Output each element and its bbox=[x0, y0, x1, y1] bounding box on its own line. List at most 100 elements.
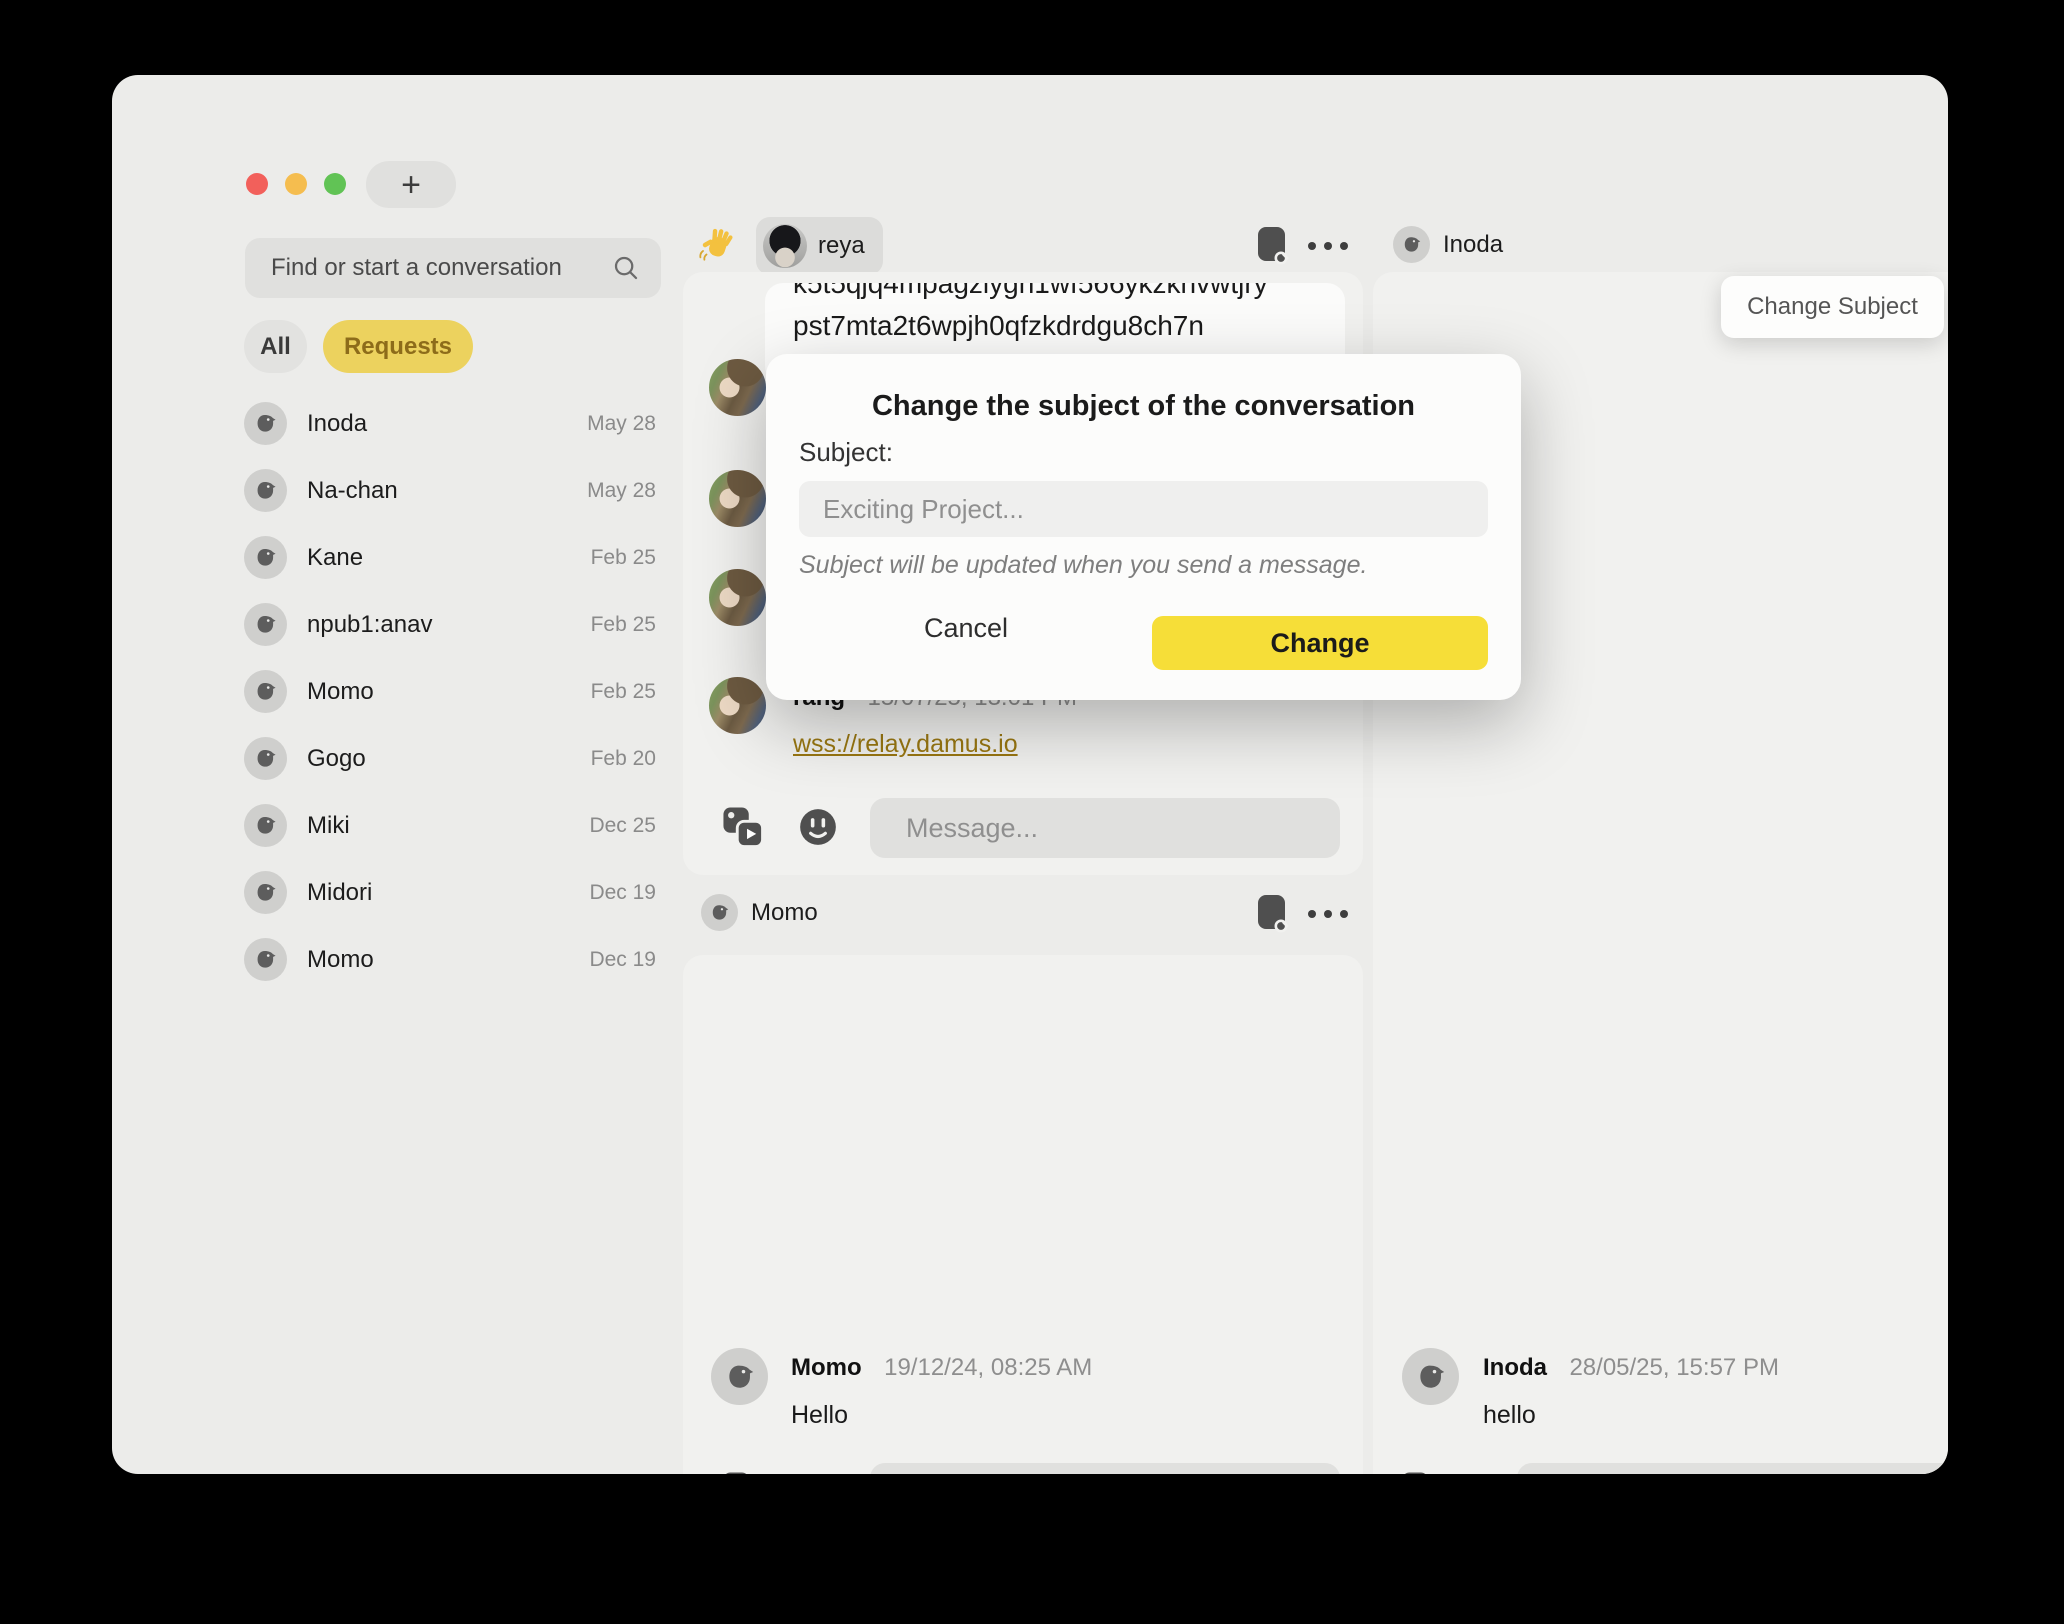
screenshot-canvas: + All Requests Inoda May 28 Na-chan May … bbox=[0, 0, 2064, 1624]
chat-title: Inoda bbox=[1443, 231, 1503, 259]
new-tab-button[interactable]: + bbox=[366, 161, 456, 208]
message-avatar bbox=[709, 677, 766, 734]
conversation-date: Feb 25 bbox=[591, 613, 656, 637]
emoji-icon[interactable] bbox=[1476, 1471, 1518, 1474]
bird-avatar-icon bbox=[244, 670, 287, 713]
chat-title: reya bbox=[818, 232, 865, 260]
message-timestamp: 19/12/24, 08:25 AM bbox=[884, 1354, 1092, 1381]
filter-requests-button[interactable]: Requests bbox=[323, 320, 473, 373]
chat-title: Momo bbox=[751, 899, 818, 927]
conversation-date: Feb 25 bbox=[591, 546, 656, 570]
change-subject-tooltip: Change Subject bbox=[1721, 276, 1944, 338]
subject-input[interactable] bbox=[821, 493, 1466, 526]
subject-field bbox=[799, 481, 1488, 537]
subject-label: Subject: bbox=[799, 437, 893, 468]
message-header: Momo 19/12/24, 08:25 AM bbox=[791, 1354, 1092, 1382]
conversation-list: Inoda May 28 Na-chan May 28 Kane Feb 25 … bbox=[244, 390, 656, 993]
conversation-name: Miki bbox=[307, 812, 350, 840]
conversation-row[interactable]: Inoda May 28 bbox=[244, 390, 656, 457]
message-field bbox=[1517, 1463, 1948, 1474]
message-field bbox=[870, 798, 1340, 858]
conversation-date: Feb 25 bbox=[591, 680, 656, 704]
search-input[interactable] bbox=[269, 253, 611, 283]
modal-helper-text: Subject will be updated when you send a … bbox=[799, 551, 1367, 580]
change-subject-icon[interactable] bbox=[1254, 224, 1290, 266]
emoji-icon[interactable] bbox=[797, 1471, 839, 1474]
sender-name: Momo bbox=[791, 1354, 862, 1381]
emoji-icon[interactable] bbox=[797, 806, 839, 848]
conversation-date: Dec 19 bbox=[589, 881, 656, 905]
chat-panel-momo: Momo 19/12/24, 08:25 AM Hello bbox=[683, 955, 1363, 1474]
conversation-date: May 28 bbox=[587, 479, 656, 503]
conversation-name: npub1:anav bbox=[307, 611, 432, 639]
conversation-row[interactable]: Momo Dec 19 bbox=[244, 926, 656, 993]
conversation-row[interactable]: npub1:anav Feb 25 bbox=[244, 591, 656, 658]
media-attach-icon[interactable] bbox=[720, 804, 766, 850]
message-avatar bbox=[709, 359, 766, 416]
message-avatar bbox=[711, 1348, 768, 1405]
conversation-name: Gogo bbox=[307, 745, 366, 773]
message-timestamp: 28/05/25, 15:57 PM bbox=[1569, 1354, 1778, 1381]
conversation-name: Momo bbox=[307, 946, 374, 974]
relay-link[interactable]: wss://relay.damus.io bbox=[793, 730, 1018, 759]
change-subject-modal: Change the subject of the conversation S… bbox=[766, 354, 1521, 700]
message-header: Inoda 28/05/25, 15:57 PM bbox=[1483, 1354, 1779, 1382]
change-subject-icon[interactable] bbox=[1947, 224, 1948, 266]
conversation-date: Dec 19 bbox=[589, 948, 656, 972]
wave-icon[interactable] bbox=[697, 226, 737, 266]
npub-line2: pst7mta2t6wpjh0qfzkdrdgu8ch7n bbox=[793, 305, 1345, 347]
more-options-icon[interactable] bbox=[1304, 242, 1352, 250]
message-text: Hello bbox=[791, 1401, 848, 1430]
change-subject-icon[interactable] bbox=[1254, 892, 1290, 934]
message-avatar bbox=[709, 470, 766, 527]
conversation-date: Dec 25 bbox=[589, 814, 656, 838]
sender-name: Inoda bbox=[1483, 1354, 1547, 1381]
minimize-button[interactable] bbox=[285, 173, 307, 195]
conversation-row[interactable]: Kane Feb 25 bbox=[244, 524, 656, 591]
chat-tab-reya[interactable]: reya bbox=[756, 217, 883, 275]
bird-avatar-icon bbox=[244, 871, 287, 914]
bird-avatar-icon bbox=[701, 894, 738, 931]
message-avatar bbox=[709, 569, 766, 626]
bird-avatar-icon bbox=[244, 402, 287, 445]
bird-avatar-icon bbox=[244, 938, 287, 981]
conversation-name: Na-chan bbox=[307, 477, 398, 505]
zoom-button[interactable] bbox=[324, 173, 346, 195]
conversation-name: Momo bbox=[307, 678, 374, 706]
chat-header-momo: Momo bbox=[701, 894, 818, 931]
close-button[interactable] bbox=[246, 173, 268, 195]
conversation-row[interactable]: Na-chan May 28 bbox=[244, 457, 656, 524]
app-window: + All Requests Inoda May 28 Na-chan May … bbox=[112, 75, 1948, 1474]
bird-avatar-icon bbox=[244, 737, 287, 780]
message-text: hello bbox=[1483, 1401, 1536, 1430]
conversation-row[interactable]: Momo Feb 25 bbox=[244, 658, 656, 725]
conversation-name: Inoda bbox=[307, 410, 367, 438]
conversation-row[interactable]: Miki Dec 25 bbox=[244, 792, 656, 859]
media-attach-icon[interactable] bbox=[720, 1469, 766, 1474]
filter-all-button[interactable]: All bbox=[244, 320, 307, 373]
reya-avatar bbox=[763, 224, 807, 268]
conversation-row[interactable]: Midori Dec 19 bbox=[244, 859, 656, 926]
search-icon bbox=[611, 253, 641, 283]
message-input[interactable] bbox=[904, 812, 1340, 845]
conversation-name: Midori bbox=[307, 879, 372, 907]
cancel-button[interactable]: Cancel bbox=[896, 602, 1036, 655]
bird-avatar-icon bbox=[244, 536, 287, 579]
chat-header-inoda: Inoda bbox=[1393, 226, 1503, 263]
more-options-icon[interactable] bbox=[1304, 910, 1352, 918]
search-field bbox=[245, 238, 661, 298]
change-button[interactable]: Change bbox=[1152, 616, 1488, 670]
media-attach-icon[interactable] bbox=[1399, 1469, 1445, 1474]
conversation-date: May 28 bbox=[587, 412, 656, 436]
bird-avatar-icon bbox=[244, 603, 287, 646]
bird-avatar-icon bbox=[244, 469, 287, 512]
conversation-date: Feb 20 bbox=[591, 747, 656, 771]
message-field bbox=[870, 1463, 1340, 1474]
conversation-name: Kane bbox=[307, 544, 363, 572]
modal-title: Change the subject of the conversation bbox=[766, 390, 1521, 423]
bird-avatar-icon bbox=[244, 804, 287, 847]
conversation-row[interactable]: Gogo Feb 20 bbox=[244, 725, 656, 792]
npub-line1-clipped: k5t5qjq4mpagzlygh1wf566ykzknvwtjry bbox=[793, 283, 1345, 305]
message-avatar bbox=[1402, 1348, 1459, 1405]
bird-avatar-icon bbox=[1393, 226, 1430, 263]
